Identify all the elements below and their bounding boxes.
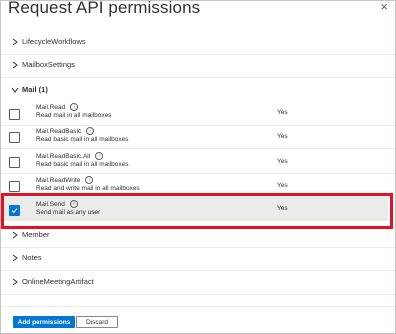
chevron-right-icon xyxy=(10,230,20,240)
permission-name: Mail.Read i xyxy=(36,103,79,111)
group-label: MailboxSettings xyxy=(22,60,75,69)
group-label: Member xyxy=(22,230,50,239)
permission-checkbox[interactable] xyxy=(9,181,20,192)
info-icon[interactable]: i xyxy=(70,103,79,111)
permission-row-mail-readbasic: Mail.ReadBasic i Read basic mail in all m… xyxy=(1,126,395,149)
discard-button[interactable]: Discard xyxy=(76,316,118,328)
highlight-box xyxy=(1,193,393,229)
footer-divider xyxy=(1,306,395,307)
permission-name: Mail.ReadBasic i xyxy=(36,127,95,135)
permission-description: Read basic mail in all mailboxes xyxy=(36,136,129,143)
panel-title: Request API permissions xyxy=(8,0,201,17)
group-label: Mail (1) xyxy=(22,85,48,94)
group-row-mail[interactable]: Mail (1) xyxy=(1,81,395,103)
info-icon[interactable]: i xyxy=(95,152,104,160)
group-row-onlinemeetingartifact[interactable]: OnlineMeetingArtifact xyxy=(1,272,395,295)
admin-consent-value: Yes xyxy=(277,109,288,116)
group-label: OnlineMeetingArtifact xyxy=(22,277,94,286)
permission-row-mail-read: Mail.Read i Read mail in all mailboxes Ye… xyxy=(1,103,395,126)
info-icon[interactable]: i xyxy=(85,176,94,184)
permission-name: Mail.ReadWrite i xyxy=(36,176,94,184)
permission-description: Read basic mail in all mailboxes xyxy=(36,161,129,168)
group-row-notes[interactable]: Notes xyxy=(1,248,395,271)
admin-consent-value: Yes xyxy=(277,158,288,165)
group-row-mailboxsettings[interactable]: MailboxSettings xyxy=(1,55,395,78)
group-label: LifecycleWorkflows xyxy=(22,37,86,46)
info-icon[interactable]: i xyxy=(86,127,95,135)
permission-checkbox[interactable] xyxy=(9,109,20,120)
permission-description: Read and write mail in all mailboxes xyxy=(36,185,140,192)
close-icon[interactable]: × xyxy=(380,1,388,14)
group-label: Notes xyxy=(22,253,42,262)
chevron-right-icon xyxy=(10,253,20,263)
admin-consent-value: Yes xyxy=(277,182,288,189)
permission-row-mail-readbasic-all: Mail.ReadBasic.All i Read basic mail in a… xyxy=(1,151,395,174)
chevron-right-icon xyxy=(10,277,20,287)
chevron-right-icon xyxy=(10,60,20,70)
request-api-permissions-panel: Request API permissions × LifecycleWorkf… xyxy=(0,0,396,334)
add-permissions-button[interactable]: Add permissions xyxy=(13,316,75,328)
chevron-right-icon xyxy=(10,37,20,47)
admin-consent-value: Yes xyxy=(277,133,288,140)
permission-checkbox[interactable] xyxy=(9,132,20,143)
permission-checkbox[interactable] xyxy=(9,157,20,168)
permission-description: Read mail in all mailboxes xyxy=(36,112,112,119)
group-row-member[interactable]: Member xyxy=(1,225,395,248)
permission-name: Mail.ReadBasic.All i xyxy=(36,152,104,160)
chevron-down-icon xyxy=(10,85,20,95)
group-row-lifecycleworkflows[interactable]: LifecycleWorkflows xyxy=(1,32,395,55)
